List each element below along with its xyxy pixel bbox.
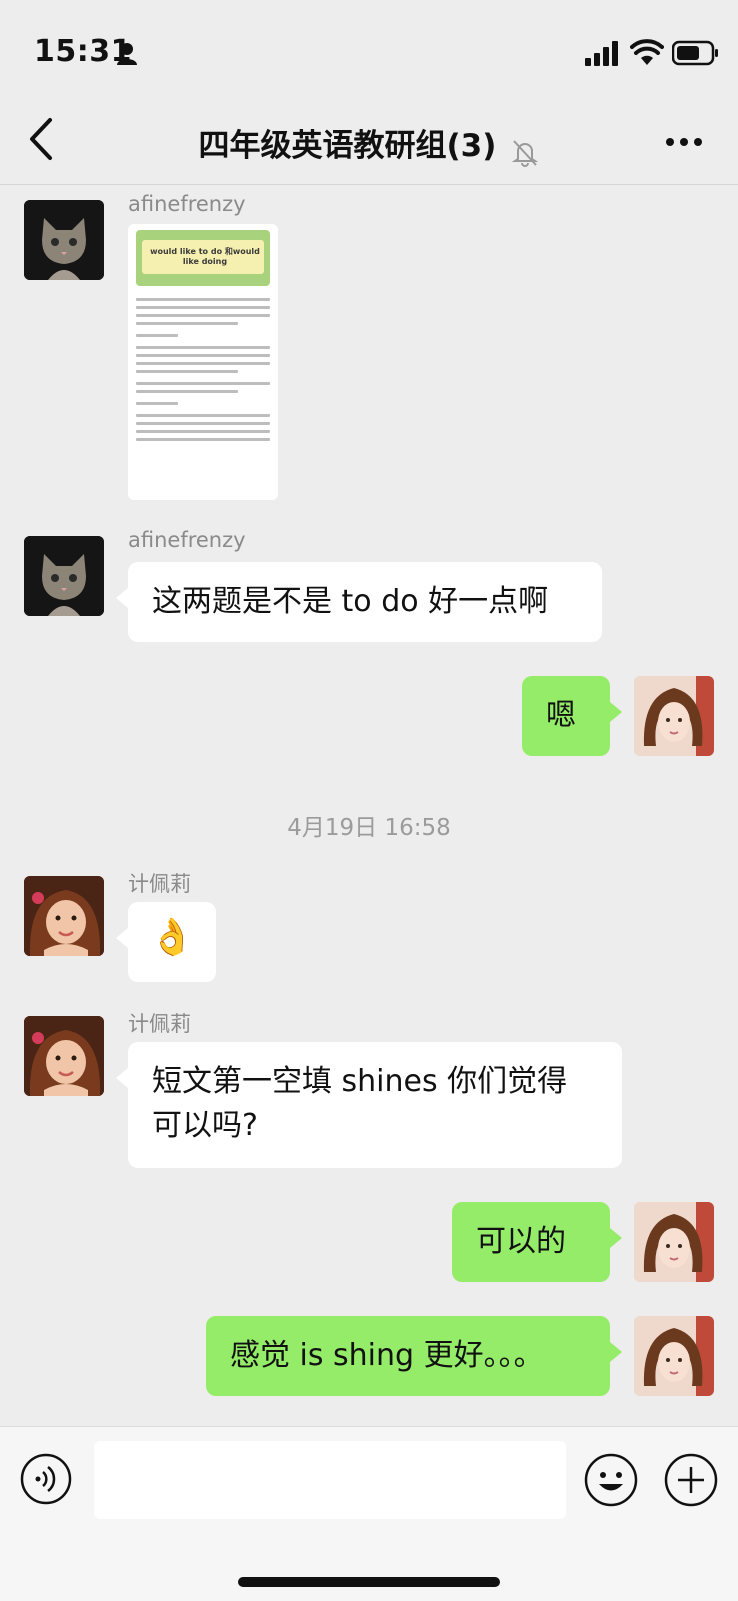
avatar-me[interactable]	[634, 1316, 714, 1396]
message-input[interactable]	[94, 1441, 566, 1519]
sender-name: 计佩莉	[128, 872, 191, 896]
avatar-afinefrenzy[interactable]	[24, 536, 104, 616]
message-line-2: 可以吗?	[152, 1108, 258, 1143]
cat-avatar-image	[24, 536, 104, 616]
battery-icon	[672, 40, 718, 66]
sender-name: afinefrenzy	[128, 528, 246, 552]
avatar-afinefrenzy[interactable]	[24, 200, 104, 280]
chat-timestamp: 4月19日 16:58	[287, 815, 451, 841]
message-bubble[interactable]: 短文第一空填 shines 你们觉得 可以吗?	[116, 1042, 622, 1168]
signal-icon	[585, 41, 618, 66]
mute-bell-icon	[511, 139, 538, 167]
cat-avatar-image	[24, 200, 104, 280]
image-text-lines	[128, 298, 278, 441]
voice-input-icon[interactable]	[20, 1453, 72, 1505]
girl-avatar-image	[24, 876, 104, 956]
woman-avatar-image	[634, 1316, 714, 1396]
chat-header: 四年级英语教研组(3)	[0, 100, 738, 185]
message-bubble[interactable]: 👌	[116, 902, 216, 982]
message-bubble-outgoing[interactable]: 嗯	[522, 676, 622, 756]
message-bubble[interactable]: 这两题是不是 to do 好一点啊	[116, 562, 602, 642]
sender-name: 计佩莉	[128, 1012, 191, 1036]
plus-icon[interactable]	[664, 1453, 718, 1507]
image-message[interactable]: would like to do 和would like doing	[128, 224, 278, 500]
title-wrap: 四年级英语教研组(3)	[0, 120, 738, 167]
avatar-me[interactable]	[634, 676, 714, 756]
avatar-me[interactable]	[634, 1202, 714, 1282]
woman-avatar-image	[634, 1202, 714, 1282]
input-bar	[0, 1426, 738, 1601]
image-heading: would like to do 和would like doing	[150, 247, 260, 266]
image-banner: would like to do 和would like doing	[136, 230, 270, 286]
message-line-1: 短文第一空填 shines 你们觉得	[152, 1064, 568, 1099]
status-bar: 15:31	[0, 0, 738, 100]
girl-avatar-image	[24, 1016, 104, 1096]
woman-avatar-image	[634, 676, 714, 756]
more-options-icon[interactable]	[664, 122, 704, 162]
chat-title: 四年级英语教研组(3)	[198, 128, 497, 164]
person-icon	[117, 43, 137, 65]
avatar-jipeili[interactable]	[24, 876, 104, 956]
message-bubble-outgoing[interactable]: 可以的	[452, 1202, 622, 1282]
emoji-icon[interactable]	[584, 1453, 638, 1507]
avatar-jipeili[interactable]	[24, 1016, 104, 1096]
wifi-icon	[630, 39, 664, 65]
sender-name: afinefrenzy	[128, 192, 246, 216]
message-bubble-outgoing[interactable]: 感觉 is shing 更好。。。	[206, 1316, 622, 1396]
home-indicator	[238, 1577, 500, 1587]
